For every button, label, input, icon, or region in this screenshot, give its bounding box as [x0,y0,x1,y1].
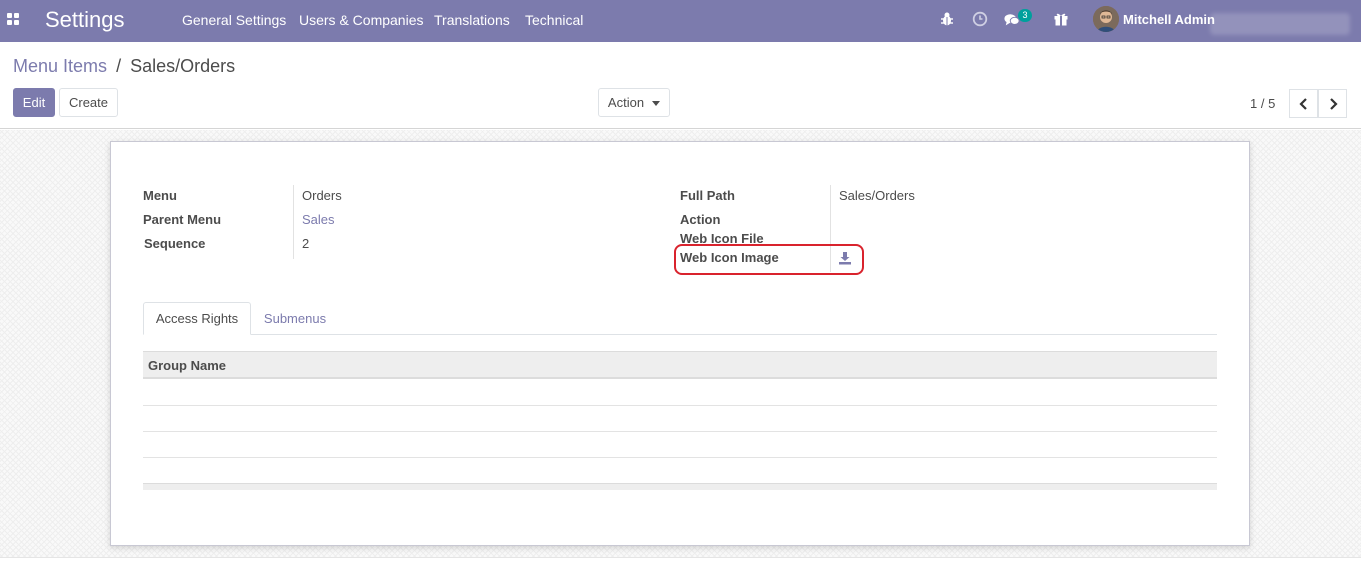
label-parent-menu: Parent Menu [143,212,222,227]
table-footer [143,483,1217,490]
pager-next-button[interactable] [1318,89,1347,118]
value-sequence: 2 [302,236,310,251]
edit-button[interactable]: Edit [13,88,55,117]
pager-previous-button[interactable] [1289,89,1318,118]
chevron-left-icon [1298,97,1307,110]
database-name-blurred [1210,13,1350,35]
action-label: Action [607,95,645,110]
value-parent-menu-link[interactable]: Sales [302,212,335,227]
chevron-right-icon [1329,97,1338,110]
top-navbar: Settings General Settings Users & Compan… [0,0,1361,42]
breadcrumb: Menu Items / Sales/Orders [13,56,235,77]
apps-grid-icon[interactable] [7,13,21,27]
breadcrumb-separator: / [116,56,122,76]
label-menu: Menu [143,188,177,203]
menu-translations[interactable]: Translations [434,12,510,28]
messages-count-badge: 3 [1018,9,1032,22]
table-row [143,432,1217,458]
table-row [143,406,1217,432]
clock-icon[interactable] [972,11,988,27]
value-menu: Orders [302,188,342,203]
page-footer-strip [0,557,1361,572]
tab-submenus[interactable]: Submenus [251,302,339,335]
table-row [143,458,1217,484]
label-sequence: Sequence [144,236,206,251]
web-icon-image-highlight [674,244,864,275]
create-button[interactable]: Create [59,88,118,117]
tab-access-rights[interactable]: Access Rights [143,302,251,335]
menu-technical[interactable]: Technical [525,12,583,28]
label-action: Action [680,212,721,227]
pager-value: 1 / 5 [1250,96,1276,111]
menu-users-companies[interactable]: Users & Companies [299,12,424,28]
app-title: Settings [45,7,125,32]
breadcrumb-current: Sales/Orders [130,56,236,76]
bug-icon[interactable] [939,11,955,27]
gift-icon[interactable] [1053,11,1069,27]
menu-general-settings[interactable]: General Settings [182,12,286,28]
control-panel: Menu Items / Sales/Orders [0,42,1361,129]
table-header: Group Name [143,351,1217,379]
value-full-path: Sales/Orders [839,188,915,203]
user-avatar[interactable] [1093,6,1119,32]
user-name[interactable]: Mitchell Admin [1123,12,1215,27]
breadcrumb-parent[interactable]: Menu Items [13,56,107,76]
column-group-name[interactable]: Group Name [148,358,226,373]
action-dropdown-button[interactable]: Action [598,88,670,117]
left-group-separator [293,185,294,259]
table-row [143,380,1217,406]
label-full-path: Full Path [680,188,735,203]
caret-down-icon [652,100,661,106]
